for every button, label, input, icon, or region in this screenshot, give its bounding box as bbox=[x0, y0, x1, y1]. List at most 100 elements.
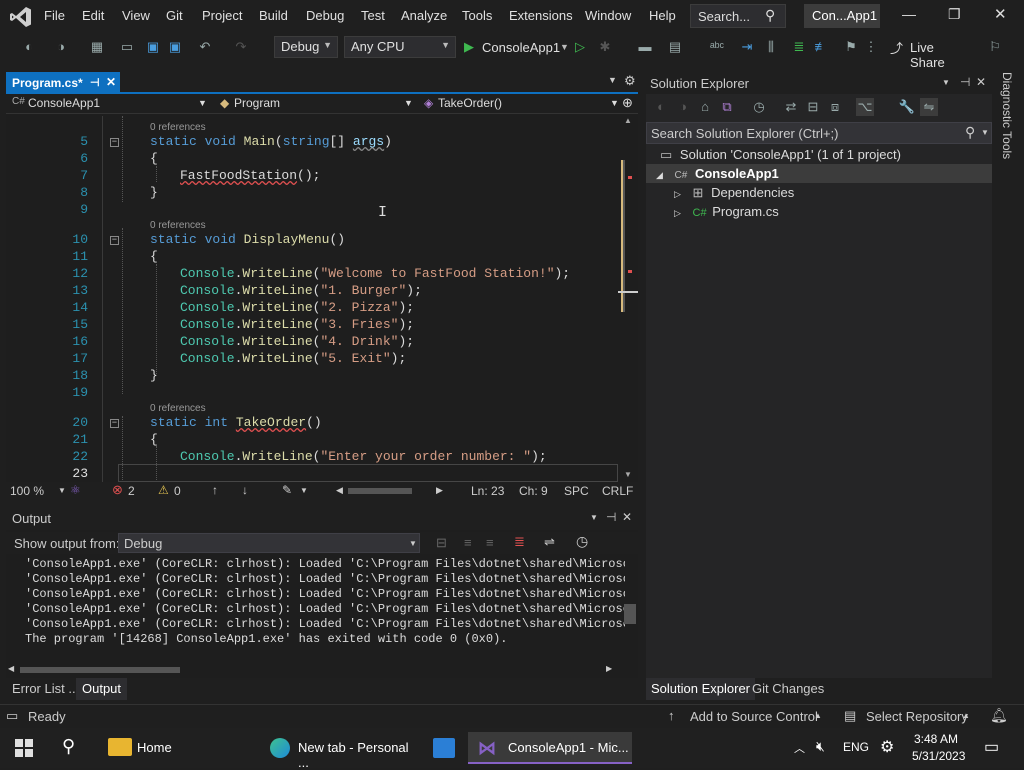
tree-item-program-cs[interactable]: ▷ C# Program.cs bbox=[674, 204, 779, 219]
language-indicator[interactable]: ENG bbox=[843, 740, 869, 754]
tree-item-project[interactable]: ◢ C# ConsoleApp1 bbox=[646, 164, 992, 183]
scroll-left-icon[interactable]: ◀ bbox=[8, 664, 14, 673]
feedback-icon[interactable]: ⚐ bbox=[986, 38, 1004, 56]
redo-icon[interactable]: ↷ bbox=[232, 38, 250, 56]
select-repository-button[interactable]: ▤ Select Repository ▲ bbox=[844, 707, 974, 727]
add-to-source-control-button[interactable]: ↑ Add to Source Control ▲ bbox=[668, 707, 826, 727]
forward-icon[interactable]: ◑ bbox=[674, 98, 692, 116]
back-icon[interactable]: ◐ bbox=[20, 38, 38, 56]
show-all-files-icon[interactable]: ⧈ bbox=[826, 98, 844, 116]
pin-icon[interactable]: ⊣ bbox=[606, 510, 616, 524]
clear-all-icon[interactable]: ≣ bbox=[514, 534, 525, 550]
collapse-icon[interactable]: − bbox=[110, 419, 119, 428]
properties-icon[interactable]: 🔧 bbox=[898, 98, 916, 116]
menu-file[interactable]: File bbox=[44, 8, 65, 23]
uncomment-icon[interactable]: ≢ bbox=[812, 38, 830, 56]
notification-center-icon[interactable]: ▭ bbox=[984, 737, 999, 757]
menu-view[interactable]: View bbox=[122, 8, 150, 23]
collapse-all-icon[interactable]: ⊟ bbox=[804, 98, 822, 116]
menu-edit[interactable]: Edit bbox=[82, 8, 104, 23]
menu-window[interactable]: Window bbox=[585, 8, 631, 23]
menu-build[interactable]: Build bbox=[259, 8, 288, 23]
chevron-down-icon[interactable]: ▼ bbox=[590, 513, 598, 522]
find-message-icon[interactable]: ⊟ bbox=[436, 535, 447, 551]
configuration-dropdown[interactable]: Debug ▼ bbox=[274, 36, 338, 58]
tab-solution-explorer[interactable]: Solution Explorer bbox=[646, 678, 755, 700]
error-icon[interactable]: ⊗ bbox=[112, 482, 123, 498]
scroll-down-icon[interactable]: ▼ bbox=[624, 470, 632, 479]
global-search-box[interactable]: Search... ⚲ bbox=[690, 4, 786, 28]
class-nav-dropdown[interactable]: ◆ Program ▼ bbox=[214, 94, 416, 113]
sync-icon[interactable]: ⇄ bbox=[782, 98, 800, 116]
tab-output[interactable]: Output bbox=[76, 678, 128, 700]
notifications-icon[interactable]: 🔔︎ bbox=[990, 707, 1008, 724]
pin-icon[interactable]: ⊣ bbox=[960, 75, 970, 89]
comment-icon[interactable]: ≣ bbox=[790, 38, 808, 56]
code-cleanup-icon[interactable]: ✎ bbox=[282, 483, 292, 497]
menu-debug[interactable]: Debug bbox=[306, 8, 344, 23]
scrollbar-thumb[interactable] bbox=[621, 160, 625, 312]
tab-overflow-icon[interactable]: ▼ bbox=[608, 75, 617, 85]
tab-program-cs[interactable]: Program.cs* ⊣ ✕ bbox=[6, 72, 120, 94]
split-editor-icon[interactable]: ⊕ bbox=[622, 95, 633, 111]
search-icon[interactable]: ⚲ bbox=[62, 736, 75, 757]
taskbar-app-explorer[interactable]: Home bbox=[100, 732, 250, 764]
platform-dropdown[interactable]: Any CPU ▼ bbox=[344, 36, 456, 58]
preview-icon[interactable]: ⇋ bbox=[920, 98, 938, 116]
taskbar-app-edge[interactable]: New tab - Personal ... bbox=[262, 732, 420, 770]
close-panel-icon[interactable]: ✕ bbox=[622, 510, 632, 524]
codelens-references[interactable]: 0 references bbox=[150, 220, 206, 231]
menu-tools[interactable]: Tools bbox=[462, 8, 492, 23]
clock-time[interactable]: 3:48 AM bbox=[914, 732, 958, 746]
scroll-left-icon[interactable]: ◀ bbox=[336, 485, 343, 496]
save-icon[interactable]: ▣ bbox=[144, 38, 162, 56]
menu-git[interactable]: Git bbox=[166, 8, 183, 23]
menu-help[interactable]: Help bbox=[649, 8, 676, 23]
pending-changes-icon[interactable]: ◷ bbox=[750, 98, 768, 116]
pin-icon[interactable]: ⊣ bbox=[90, 76, 100, 89]
menu-test[interactable]: Test bbox=[361, 8, 385, 23]
collapse-icon[interactable]: − bbox=[110, 138, 119, 147]
error-count[interactable]: 2 bbox=[128, 484, 135, 498]
column-indicator[interactable]: Ch: 9 bbox=[519, 484, 548, 498]
open-file-icon[interactable]: ▭ bbox=[118, 38, 136, 56]
new-project-icon[interactable]: ▦ bbox=[88, 38, 106, 56]
whitespace-indicator[interactable]: SPC bbox=[564, 484, 589, 498]
layout-icon[interactable]: ▤ bbox=[666, 38, 684, 56]
collapse-icon[interactable]: − bbox=[110, 236, 119, 245]
start-debug-button[interactable]: ▶ ConsoleApp1 ▼ bbox=[462, 36, 570, 58]
taskbar-app-visual-studio[interactable]: ⋈ ConsoleApp1 - Mic... bbox=[468, 732, 632, 764]
menu-analyze[interactable]: Analyze bbox=[401, 8, 447, 23]
next-issue-icon[interactable]: ↓ bbox=[242, 483, 248, 497]
close-window-icon[interactable]: ✕ bbox=[994, 5, 1007, 23]
tree-item-solution[interactable]: ▭ Solution 'ConsoleApp1' (1 of 1 project… bbox=[660, 147, 901, 163]
word-wrap-icon[interactable]: ⇌ bbox=[544, 534, 555, 550]
taskbar-app-store[interactable] bbox=[424, 732, 464, 764]
tab-git-changes[interactable]: Git Changes bbox=[752, 681, 824, 696]
member-nav-dropdown[interactable]: ◈ TakeOrder() ▼ bbox=[420, 94, 619, 113]
chevron-down-icon[interactable]: ▼ bbox=[300, 486, 308, 495]
codelens-references[interactable]: 0 references bbox=[150, 122, 206, 133]
compare-icon[interactable]: ⫼ bbox=[762, 38, 780, 56]
close-tab-icon[interactable]: ✕ bbox=[106, 75, 116, 89]
solution-explorer-search[interactable]: Search Solution Explorer (Ctrl+;) ⚲ ▼ bbox=[646, 122, 992, 144]
gear-icon[interactable]: ⚙ bbox=[624, 73, 636, 89]
diagnostic-tools-tab[interactable]: Diagnostic Tools bbox=[1000, 72, 1014, 159]
warning-count[interactable]: 0 bbox=[174, 484, 181, 498]
forward-icon[interactable]: ◑ bbox=[52, 38, 70, 56]
visual-studio-logo-icon[interactable] bbox=[10, 6, 32, 28]
tab-error-list[interactable]: Error List ... bbox=[12, 681, 79, 696]
diagnostic-tools-rail[interactable]: Diagnostic Tools bbox=[994, 72, 1024, 678]
output-scrollbar-thumb[interactable] bbox=[624, 604, 636, 624]
horizontal-scrollbar-thumb[interactable] bbox=[348, 488, 412, 494]
codelens-references[interactable]: 0 references bbox=[150, 403, 206, 414]
editor-vertical-scrollbar[interactable]: ▲ ▼ bbox=[618, 116, 638, 482]
timestamp-icon[interactable]: ◷ bbox=[576, 533, 588, 550]
hot-reload-icon[interactable]: ✱ bbox=[596, 38, 614, 56]
back-icon[interactable]: ◐ bbox=[652, 98, 670, 116]
chevron-down-icon[interactable]: ▼ bbox=[942, 78, 950, 87]
tree-item-dependencies[interactable]: ▷ ⊞ Dependencies bbox=[674, 185, 794, 201]
scroll-up-icon[interactable]: ▲ bbox=[624, 116, 632, 125]
windows-start-icon[interactable] bbox=[15, 739, 33, 757]
zoom-level[interactable]: 100 % bbox=[10, 484, 44, 498]
